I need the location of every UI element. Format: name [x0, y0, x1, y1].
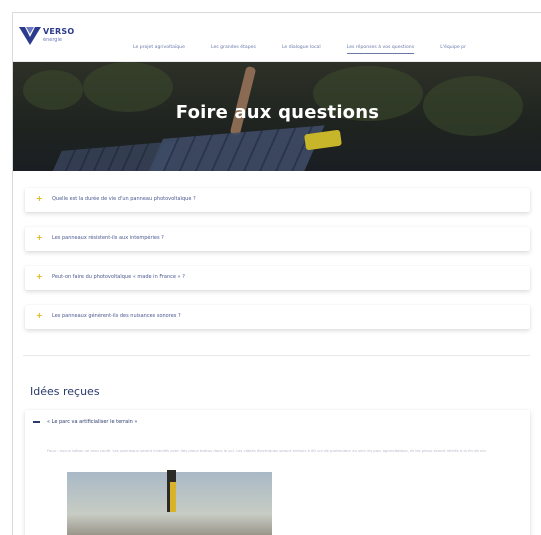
logo-text: VERSO	[43, 27, 75, 36]
faq-question: Les panneaux résistent-ils aux intempéri…	[52, 235, 164, 241]
faq-question: Peut-on faire du photovoltaïque « made i…	[52, 274, 185, 280]
faq-item[interactable]: + Les panneaux génèrent-ils des nuisance…	[25, 305, 530, 329]
plus-icon: +	[36, 194, 43, 203]
faq-item[interactable]: + Les panneaux résistent-ils aux intempé…	[25, 227, 530, 251]
logo-tagline: énergie	[43, 37, 62, 43]
pile-driver-shape	[170, 482, 176, 512]
hero-photo-arm	[229, 65, 257, 137]
faq-item[interactable]: + Quelle est la durée de vie d'un pannea…	[25, 188, 530, 212]
nav-item-equipe[interactable]: L'équipe pr	[440, 45, 466, 53]
nav-item-dialogue[interactable]: Le dialogue local	[282, 45, 321, 53]
section-divider	[23, 355, 530, 356]
section-title-idees-recues: Idées reçues	[30, 385, 100, 398]
hero-banner: Foire aux questions	[13, 62, 541, 171]
faq-list: + Quelle est la durée de vie d'un pannea…	[25, 188, 530, 344]
logo-mark-icon	[19, 27, 41, 45]
hero-photo-panel	[136, 125, 325, 171]
plus-icon: +	[36, 272, 43, 281]
myth-title: « Le parc va artificialiser le terrain »	[47, 419, 138, 425]
main-nav: Le projet agrivoltaïque Les grandes étap…	[133, 33, 487, 54]
plus-icon: +	[36, 233, 43, 242]
faq-item[interactable]: + Peut-on faire du photovoltaïque « made…	[25, 266, 530, 290]
logo[interactable]: VERSO énergie	[17, 23, 89, 51]
page-title: Foire aux questions	[175, 102, 380, 123]
nav-item-etapes[interactable]: Les grandes étapes	[211, 45, 256, 53]
nav-item-projet[interactable]: Le projet agrivoltaïque	[133, 45, 185, 53]
plus-icon: +	[36, 311, 43, 320]
site-header: VERSO énergie Le projet agrivoltaïque Le…	[13, 13, 541, 62]
browser-viewport: VERSO énergie Le projet agrivoltaïque Le…	[12, 12, 541, 535]
minus-icon[interactable]	[33, 421, 40, 423]
nav-item-reponses[interactable]: Les réponses à vos questions	[346, 45, 415, 54]
faq-question: Les panneaux génèrent-ils des nuisances …	[52, 313, 181, 319]
hero-photo-tool	[304, 129, 342, 151]
myth-photo	[67, 470, 272, 535]
faq-question: Quelle est la durée de vie d'un panneau …	[52, 196, 196, 202]
myth-item-expanded[interactable]: « Le parc va artificialiser le terrain »…	[25, 410, 530, 535]
myth-answer-text: Faux : aucun béton ne sera coulé. Les pa…	[47, 448, 487, 453]
